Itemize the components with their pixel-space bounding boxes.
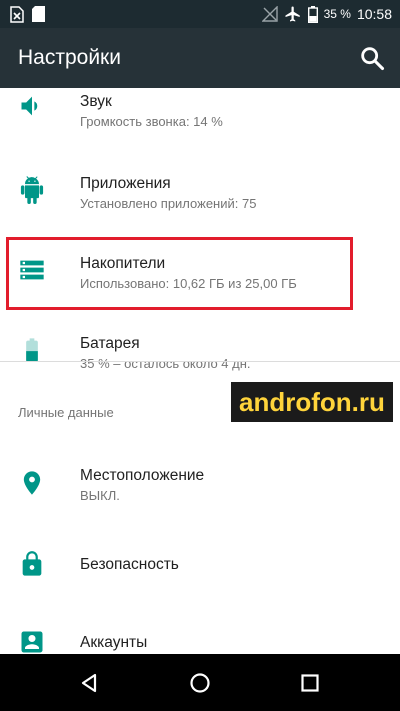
android-icon: [20, 176, 44, 204]
battery-icon: [26, 338, 38, 362]
item-title: Аккаунты: [80, 634, 148, 651]
location-pin-icon: [23, 471, 41, 495]
watermark: androfon.ru: [231, 382, 393, 422]
item-subtitle: ВЫКЛ.: [80, 488, 120, 503]
navigation-bar: [0, 654, 400, 711]
sim-card-error-icon: [10, 5, 24, 23]
speaker-icon: [21, 96, 38, 116]
account-icon: [21, 631, 43, 653]
app-bar: Настройки: [0, 28, 400, 88]
back-icon[interactable]: [77, 671, 101, 695]
list-item-accounts[interactable]: Аккаунты: [0, 602, 400, 654]
item-title: Местоположение: [80, 467, 205, 484]
list-item-sound[interactable]: Звук Громкость звонка: 14 %: [0, 88, 400, 160]
section-header: Личные данные: [18, 405, 114, 420]
page-title: Настройки: [18, 46, 121, 69]
section-divider: [0, 361, 400, 362]
airplane-mode-icon: [285, 6, 300, 22]
settings-list[interactable]: Звук Громкость звонка: 14 % Приложения У…: [0, 88, 400, 654]
item-subtitle: Установлено приложений: 75: [80, 196, 257, 211]
lock-icon: [22, 551, 42, 576]
sd-card-icon: [32, 6, 45, 22]
search-icon[interactable]: [358, 44, 386, 72]
item-title: Безопасность: [80, 556, 179, 573]
item-title: Звук: [80, 93, 112, 110]
list-item-battery[interactable]: Батарея 35 % – осталось около 4 дн.: [0, 312, 400, 392]
recents-icon[interactable]: [298, 671, 322, 695]
list-item-apps[interactable]: Приложения Установлено приложений: 75: [0, 152, 400, 232]
list-item-security[interactable]: Безопасность: [0, 524, 400, 604]
clock: 10:58: [356, 6, 392, 22]
battery-percent: 35 %: [323, 7, 351, 21]
item-subtitle: Громкость звонка: 14 %: [80, 114, 223, 129]
list-item-location[interactable]: Местоположение ВЫКЛ.: [0, 443, 400, 523]
highlight-frame: [6, 237, 353, 310]
item-title: Батарея: [80, 335, 140, 352]
item-title: Приложения: [80, 175, 171, 192]
no-signal-icon: [261, 6, 278, 22]
battery-status-icon: [307, 5, 318, 23]
home-icon[interactable]: [188, 671, 212, 695]
status-bar: 35 % 10:58: [0, 0, 400, 28]
item-subtitle: 35 % – осталось около 4 дн.: [80, 356, 251, 371]
